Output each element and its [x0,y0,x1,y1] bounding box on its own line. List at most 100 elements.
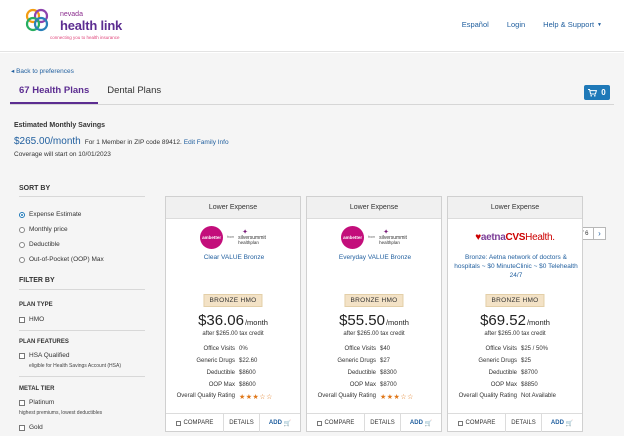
office-visits-row: Office Visits $40 [307,346,441,352]
nav-login-link[interactable]: Login [507,20,525,29]
row-label: Overall Quality Rating [317,393,376,399]
plan-name-link[interactable]: Everyday VALUE Bronze [313,254,437,263]
tab-health-plans[interactable]: 67 Health Plans [10,85,99,104]
cart-icon: 🛒 [422,420,433,427]
row-value: $8600 [239,382,256,388]
radio[interactable] [19,226,25,233]
back-link-label: Back to preferences [16,68,74,75]
office-visits-row: Office Visits $25 / 50% [448,346,582,352]
sort-option-label: Expense Estimate [29,211,82,218]
checkbox[interactable] [19,399,25,406]
radio[interactable] [19,241,25,248]
row-label: Generic Drugs [478,358,517,364]
oop-max-row: OOP Max $8850 [448,382,582,388]
nevada-health-link-logo[interactable]: nevada health link connecting you to hea… [24,7,154,45]
checkbox[interactable] [316,420,322,426]
aetna-cvs-logo: ♥aetnaCVSHealth. [475,232,555,243]
plan-price: $55.50/month [307,312,441,329]
row-value: $8300 [380,370,397,376]
filter-by-heading: FILTER BY [19,277,55,284]
details-button[interactable]: DETAILS [224,414,260,432]
row-label: Generic Drugs [196,358,235,364]
checkbox[interactable] [19,316,25,323]
sort-by-heading: SORT BY [19,185,51,192]
compare-checkbox[interactable]: COMPARE [166,414,224,432]
nav-help-label: Help & Support [543,20,595,29]
details-button[interactable]: DETAILS [365,414,401,432]
price-value: $55.50 [339,312,385,329]
compare-label: COMPARE [183,420,214,426]
metal-tier-heading: METAL TIER [19,386,55,392]
add-button[interactable]: ADD 🛒 [542,414,582,432]
sort-option-expense[interactable]: Expense Estimate [19,211,81,218]
sort-option-label: Out-of-Pocket (OOP) Max [29,256,104,263]
tabs-divider [10,104,614,105]
add-label: ADD [409,420,423,426]
plan-tabs: 67 Health Plans Dental Plans [10,85,170,104]
sort-option-deductible[interactable]: Deductible [19,241,60,248]
metal-badge: BRONZE HMO [203,294,263,307]
hsa-note: eligible for Health Savings Account (HSA… [29,363,121,369]
row-label: Office Visits [203,346,235,352]
filter-platinum[interactable]: Platinum [19,399,54,406]
cart-count: 0 [601,88,606,97]
cart-icon: 🛒 [563,420,574,427]
generic-drugs-row: Generic Drugs $27 [307,358,441,364]
checkbox[interactable] [19,352,25,359]
ambetter-logo-icon: ambetter [341,225,365,249]
filter-platinum-label: Platinum [29,399,55,406]
silversummit-logo: ✦ silversummit healthplan [238,229,266,246]
row-value: $22.60 [239,358,258,364]
quality-stars-icon: ★★★☆☆ [380,394,414,401]
radio[interactable] [19,256,25,263]
back-to-preferences-link[interactable]: ◂ Back to preferences [11,67,74,75]
coverage-start: Coverage will start on 10/01/2023 [14,151,111,158]
plan-card: Lower Expense ambetter from ✦ silversummi… [306,196,442,432]
nav-espanol-link[interactable]: Español [462,20,489,29]
metal-badge: BRONZE HMO [344,294,404,307]
checkbox[interactable] [457,420,463,426]
row-value: $8850 [521,382,538,388]
compare-checkbox[interactable]: COMPARE [448,414,506,432]
plan-features-heading: PLAN FEATURES [19,339,69,345]
checkbox[interactable] [175,420,181,426]
filter-gold[interactable]: Gold [19,424,43,431]
row-label: Overall Quality Rating [176,393,235,399]
compare-label: COMPARE [465,420,496,426]
plan-price: $69.52/month [448,312,582,329]
chevron-down-icon: ▼ [597,22,602,29]
details-button[interactable]: DETAILS [506,414,542,432]
pager-next-button[interactable]: › [593,228,605,239]
tab-dental-plans[interactable]: Dental Plans [98,85,170,104]
filter-hsa[interactable]: HSA Qualified [19,352,69,359]
sort-option-label: Monthly price [29,226,68,233]
plan-card-header: Lower Expense [166,197,300,219]
generic-drugs-row: Generic Drugs $22.60 [166,358,300,364]
row-value: $25 [521,358,532,364]
radio-selected[interactable] [19,211,25,218]
savings-line: $265.00/month For 1 Member in ZIP code 89… [14,136,229,147]
plan-type-heading: PLAN TYPE [19,302,53,308]
row-label: OOP Max [208,382,235,388]
filter-hmo[interactable]: HMO [19,316,44,323]
add-button[interactable]: ADD 🛒 [401,414,441,432]
plan-name-link[interactable]: Clear VALUE Bronze [172,254,296,263]
logo-tagline: connecting you to health insurance [50,35,120,40]
cart-button[interactable]: 0 [584,85,610,100]
ss-line2: healthplan [238,239,259,245]
compare-checkbox[interactable]: COMPARE [307,414,365,432]
sort-option-monthly-price[interactable]: Monthly price [19,226,68,233]
edit-family-info-link[interactable]: Edit Family Info [184,139,229,146]
checkbox[interactable] [19,424,25,431]
add-button[interactable]: ADD 🛒 [260,414,300,432]
row-label: Deductible [206,370,235,376]
carrier-logo: ambetter from ✦ silversummit healthplan [307,225,441,249]
filter-hmo-label: HMO [29,316,45,323]
plan-name-link[interactable]: Bronze: Aetna network of doctors & hospi… [454,254,578,280]
row-value: 0% [239,346,248,352]
sort-option-oop-max[interactable]: Out-of-Pocket (OOP) Max [19,256,104,263]
cvs-text: CVS [505,231,526,243]
plan-card-footer: COMPARE DETAILS ADD 🛒 [166,413,300,432]
nav-help-support-menu[interactable]: Help & Support ▼ [543,20,602,29]
cart-icon: 🛒 [281,420,292,427]
